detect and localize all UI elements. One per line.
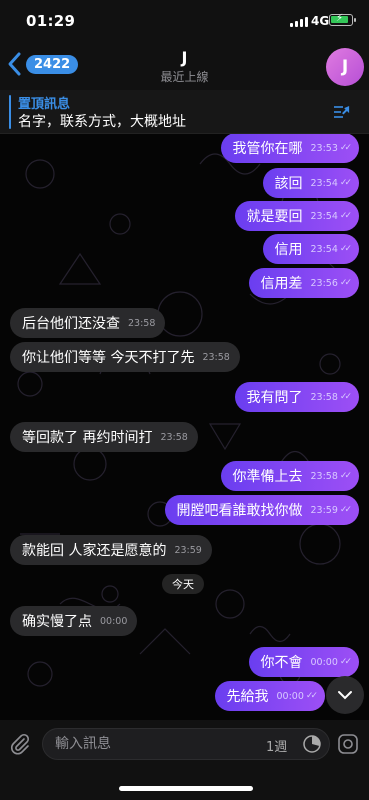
message-time: 23:58 [310, 391, 338, 403]
outgoing-message[interactable]: 開膛吧看誰敢找你做 23:59 ✓✓ [164, 495, 359, 525]
read-receipt-icon: ✓✓ [339, 392, 352, 402]
outgoing-message[interactable]: 該回 23:54 ✓✓ [262, 168, 359, 198]
message-text: 你準備上去 [232, 469, 303, 485]
battery-icon: ⚡ [329, 13, 356, 26]
home-indicator [119, 786, 253, 791]
read-receipt-icon: ✓✓ [339, 211, 352, 221]
message-text: 該回 [274, 176, 303, 192]
message-time: 23:58 [128, 317, 156, 329]
incoming-message[interactable]: 你让他们等等 今天不打了先 23:58 [10, 342, 240, 372]
message-text: 就是要回 [246, 209, 303, 225]
outgoing-message[interactable]: 我管你在哪 23:53 ✓✓ [220, 134, 359, 163]
message-text: 我有問了 [246, 390, 303, 406]
pin-list-icon[interactable] [332, 102, 352, 122]
pinned-message-bar[interactable]: 置頂訊息 名字，联系方式，大概地址 [0, 90, 369, 134]
camera-icon[interactable] [336, 732, 360, 756]
incoming-message[interactable]: 等回款了 再约时间打 23:58 [10, 422, 198, 452]
chevron-down-icon [338, 691, 352, 700]
date-divider: 今天 [162, 574, 204, 594]
message-time: 23:58 [160, 431, 188, 443]
message-text: 開膛吧看誰敢找你做 [176, 503, 303, 519]
read-receipt-icon: ✓✓ [339, 505, 352, 515]
signal-icon [290, 17, 308, 27]
outgoing-message[interactable]: 你準備上去 23:58 ✓✓ [220, 461, 359, 491]
message-input[interactable] [55, 729, 255, 759]
message-list[interactable]: 我管你在哪 23:53 ✓✓ 該回 23:54 ✓✓ 就是要回 23:54 ✓✓ 信用 23:54 ✓… [0, 134, 369, 720]
incoming-message[interactable]: 后台他们还没查 23:58 [10, 308, 166, 338]
message-time: 23:53 [310, 142, 338, 154]
outgoing-message[interactable]: 就是要回 23:54 ✓✓ [234, 201, 359, 231]
attach-icon[interactable] [8, 732, 32, 756]
outgoing-message[interactable]: 我有問了 23:58 ✓✓ [234, 382, 359, 412]
message-time: 23:58 [310, 470, 338, 482]
message-text: 等回款了 再约时间打 [22, 430, 153, 446]
outgoing-message[interactable]: 信用 23:54 ✓✓ [262, 234, 359, 264]
message-time: 23:58 [202, 351, 230, 363]
status-bar: 01:29 4G ⚡ [0, 0, 369, 44]
message-text: 我管你在哪 [232, 141, 303, 157]
avatar[interactable]: J [326, 48, 364, 86]
self-destruct-timer-label[interactable]: 1週 [266, 736, 287, 755]
message-time: 23:54 [310, 243, 338, 255]
pinned-text: 名字，联系方式，大概地址 [18, 114, 186, 130]
message-time: 23:56 [310, 277, 338, 289]
message-time: 23:59 [310, 504, 338, 516]
read-receipt-icon: ✓✓ [339, 143, 352, 153]
message-text: 信用差 [260, 276, 303, 292]
message-time: 00:00 [310, 656, 338, 668]
status-time: 01:29 [26, 12, 76, 30]
message-text: 后台他们还没查 [22, 316, 120, 332]
chat-header: 2422 J 最近上線 J [0, 44, 369, 90]
read-receipt-icon: ✓✓ [339, 278, 352, 288]
message-field[interactable]: 1週 [42, 728, 330, 760]
pinned-title: 置頂訊息 [18, 97, 71, 112]
incoming-message[interactable]: 款能回 人家还是愿意的 23:59 [10, 535, 212, 565]
message-text: 先給我 [226, 689, 269, 705]
outgoing-message[interactable]: 先給我 00:00 ✓✓ [214, 681, 325, 711]
message-time: 23:54 [310, 177, 338, 189]
message-text: 确实慢了点 [22, 614, 92, 630]
message-text: 信用 [274, 242, 303, 258]
message-text: 你不會 [260, 655, 303, 671]
message-text: 款能回 人家还是愿意的 [22, 543, 167, 559]
scroll-down-button[interactable] [326, 676, 364, 714]
outgoing-message[interactable]: 信用差 23:56 ✓✓ [248, 268, 359, 298]
last-seen-status: 最近上線 [160, 70, 209, 84]
outgoing-message[interactable]: 你不會 00:00 ✓✓ [248, 647, 359, 677]
message-time: 23:54 [310, 210, 338, 222]
read-receipt-icon: ✓✓ [339, 471, 352, 481]
message-time: 23:59 [174, 544, 202, 556]
message-time: 00:00 [100, 615, 128, 627]
message-time: 00:00 [276, 690, 304, 702]
read-receipt-icon: ✓✓ [339, 657, 352, 667]
read-receipt-icon: ✓✓ [339, 178, 352, 188]
message-text: 你让他们等等 今天不打了先 [22, 350, 195, 366]
timer-icon[interactable] [302, 734, 322, 754]
network-label: 4G [311, 14, 330, 28]
pinned-indicator [9, 95, 11, 129]
incoming-message[interactable]: 确实慢了点 00:00 [10, 606, 138, 636]
chat-title[interactable]: J [0, 48, 369, 67]
read-receipt-icon: ✓✓ [305, 691, 318, 701]
read-receipt-icon: ✓✓ [339, 244, 352, 254]
